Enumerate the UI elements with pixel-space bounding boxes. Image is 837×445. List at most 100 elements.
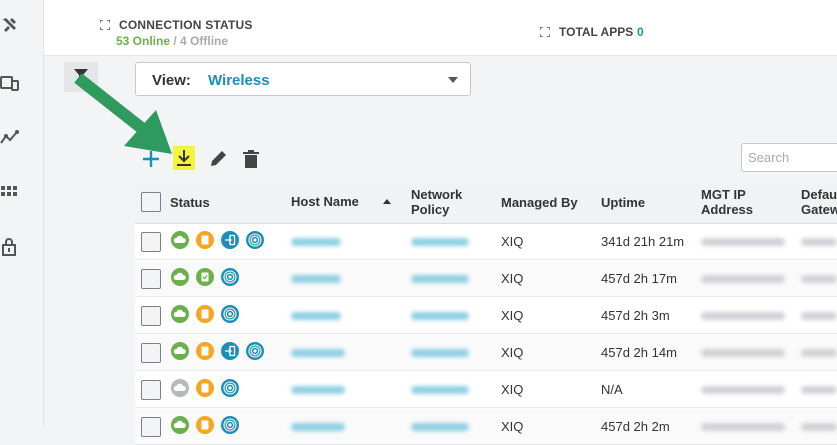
gateway-redacted [801, 349, 837, 357]
column-mgt-ip-line2: Address [701, 202, 754, 217]
lock-icon[interactable] [0, 236, 20, 256]
mgt-ip-redacted [701, 238, 785, 246]
column-host-name[interactable]: Host Name [291, 194, 359, 209]
row-checkbox[interactable] [141, 343, 161, 363]
host-name-redacted[interactable] [291, 423, 345, 431]
radio-signal-icon[interactable] [246, 231, 264, 249]
config-audit-icon[interactable] [196, 231, 214, 249]
cloud-connected-icon[interactable] [171, 268, 189, 286]
mgt-ip-redacted [701, 386, 785, 394]
table-row[interactable]: XIQ 457d 2h 14m [135, 335, 837, 371]
column-network-policy[interactable]: Network Policy [411, 187, 462, 217]
mgt-ip-redacted [701, 349, 785, 357]
gateway-redacted [801, 238, 837, 246]
login-icon[interactable] [221, 342, 239, 360]
tools-icon[interactable] [0, 16, 20, 36]
table-row[interactable]: XIQ 457d 2h 3m [135, 298, 837, 334]
network-policy-redacted[interactable] [411, 312, 469, 320]
search-input[interactable] [741, 143, 837, 172]
apps-grid-icon[interactable] [0, 183, 20, 203]
radio-signal-icon[interactable] [221, 416, 239, 434]
network-policy-redacted[interactable] [411, 386, 469, 394]
managed-by-cell: XIQ [501, 345, 524, 360]
connection-status-counts: 53 Online / 4 Offline [116, 34, 228, 48]
cloud-connected-icon[interactable] [171, 342, 189, 360]
select-all-checkbox[interactable] [141, 192, 161, 212]
cloud-connected-icon[interactable] [171, 305, 189, 323]
connection-status-title: CONNECTION STATUS [119, 18, 253, 32]
mgt-ip-redacted [701, 423, 785, 431]
column-uptime[interactable]: Uptime [601, 195, 645, 210]
table-row[interactable]: XIQ N/A [135, 372, 837, 408]
filter-icon [74, 69, 88, 82]
filter-button[interactable] [64, 62, 98, 92]
host-name-redacted[interactable] [291, 275, 341, 283]
gateway-redacted [801, 423, 837, 431]
column-default-gateway-line1: Defau [801, 187, 837, 202]
column-mgt-ip-line1: MGT IP [701, 187, 746, 202]
add-icon[interactable] [140, 148, 162, 170]
mgt-ip-redacted [701, 275, 785, 283]
devices-icon[interactable] [0, 73, 20, 93]
column-network-policy-line2: Policy [411, 202, 450, 217]
managed-by-cell: XIQ [501, 271, 524, 286]
uptime-cell: N/A [601, 382, 623, 397]
column-managed-by[interactable]: Managed By [501, 195, 578, 210]
delete-icon[interactable] [240, 148, 262, 170]
network-policy-redacted[interactable] [411, 349, 469, 357]
radio-signal-icon[interactable] [246, 342, 264, 360]
cloud-connected-icon[interactable] [171, 231, 189, 249]
config-audit-icon[interactable] [196, 305, 214, 323]
row-checkbox[interactable] [141, 417, 161, 437]
config-audit-icon[interactable] [196, 416, 214, 434]
radio-signal-icon[interactable] [221, 268, 239, 286]
download-button[interactable] [173, 146, 195, 170]
row-checkbox[interactable] [141, 306, 161, 326]
gateway-redacted [801, 312, 837, 320]
config-audit-icon[interactable] [196, 342, 214, 360]
config-audit-icon[interactable] [196, 379, 214, 397]
column-mgt-ip[interactable]: MGT IP Address [701, 187, 753, 217]
column-default-gateway-line2: Gatew [801, 202, 837, 217]
uptime-cell: 457d 2h 17m [601, 271, 677, 286]
column-status[interactable]: Status [170, 195, 210, 210]
sort-ascending-icon[interactable] [383, 199, 391, 204]
view-dropdown[interactable]: View: Wireless [135, 62, 471, 96]
analytics-icon[interactable] [0, 128, 20, 148]
cloud-connected-icon[interactable] [171, 416, 189, 434]
managed-by-cell: XIQ [501, 419, 524, 434]
config-audit-ok-icon[interactable] [196, 268, 214, 286]
managed-by-cell: XIQ [501, 308, 524, 323]
devices-table: Status Host Name Network Policy Managed … [135, 180, 837, 445]
login-icon[interactable] [221, 231, 239, 249]
table-row[interactable]: XIQ 341d 21h 21m [135, 224, 837, 260]
status-separator: / [170, 34, 181, 48]
uptime-cell: 341d 21h 21m [601, 234, 685, 249]
network-policy-redacted[interactable] [411, 275, 469, 283]
column-default-gateway[interactable]: Defau Gatew [801, 187, 837, 217]
edit-icon[interactable] [207, 148, 229, 170]
table-row[interactable]: XIQ 457d 2h 2m [135, 409, 837, 445]
row-checkbox[interactable] [141, 380, 161, 400]
managed-by-cell: XIQ [501, 234, 524, 249]
radio-signal-icon[interactable] [221, 305, 239, 323]
left-nav [0, 0, 44, 428]
cloud-disconnected-icon[interactable] [171, 379, 189, 397]
host-name-redacted[interactable] [291, 386, 345, 394]
radio-signal-icon[interactable] [221, 379, 239, 397]
view-selected-value: Wireless [208, 72, 270, 89]
managed-by-cell: XIQ [501, 382, 524, 397]
network-policy-redacted[interactable] [411, 238, 469, 246]
offline-count: 4 Offline [180, 34, 229, 48]
download-icon [177, 150, 191, 166]
row-checkbox[interactable] [141, 269, 161, 289]
uptime-cell: 457d 2h 2m [601, 419, 670, 434]
network-policy-redacted[interactable] [411, 423, 469, 431]
host-name-redacted[interactable] [291, 312, 341, 320]
host-name-redacted[interactable] [291, 238, 341, 246]
row-checkbox[interactable] [141, 232, 161, 252]
host-name-redacted[interactable] [291, 349, 345, 357]
table-header: Status Host Name Network Policy Managed … [135, 180, 837, 224]
view-label: View: [152, 72, 191, 89]
table-row[interactable]: XIQ 457d 2h 17m [135, 261, 837, 297]
